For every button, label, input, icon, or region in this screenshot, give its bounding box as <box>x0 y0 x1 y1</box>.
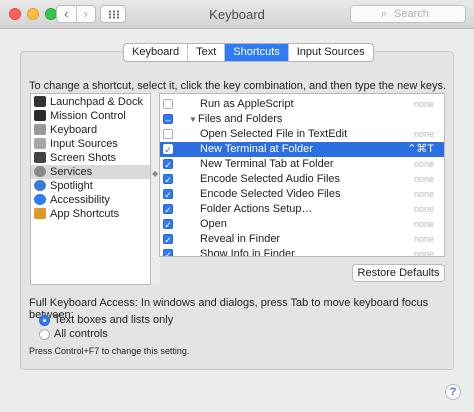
category-label: Screen Shots <box>50 152 117 164</box>
category-label: Accessibility <box>50 194 110 206</box>
search-input[interactable]: ⌕ Search <box>350 5 466 23</box>
category-app-shortcuts[interactable]: App Shortcuts <box>31 207 150 221</box>
category-label: Services <box>50 166 93 178</box>
category-list[interactable]: Launchpad & Dock Mission Control Keyboar… <box>30 93 151 285</box>
shortcut-label: Open <box>200 218 227 230</box>
enable-checkbox[interactable]: ✓ <box>163 249 173 256</box>
category-services[interactable]: Services <box>31 165 150 179</box>
category-accessibility[interactable]: Accessibility <box>31 193 150 207</box>
tab-text[interactable]: Text <box>188 44 226 61</box>
shortcut-label: Reveal in Finder <box>200 233 281 245</box>
category-label: Mission Control <box>50 110 126 122</box>
shortcut-label: Run as AppleScript <box>200 98 294 110</box>
shortcut-row[interactable]: Run as AppleScript none <box>160 97 444 112</box>
app-shortcuts-icon <box>34 208 46 219</box>
shortcut-row[interactable]: ✓ Show Info in Finder none <box>160 247 444 257</box>
tab-shortcuts[interactable]: Shortcuts <box>225 44 289 61</box>
tab-input-sources[interactable]: Input Sources <box>289 44 373 61</box>
enable-checkbox[interactable]: ✓ <box>163 219 173 230</box>
mission-control-icon <box>34 110 46 121</box>
disclosure-triangle-icon[interactable]: ▼ <box>189 112 197 127</box>
instructions-text: To change a shortcut, select it, click t… <box>29 80 447 92</box>
category-label: Input Sources <box>50 138 118 150</box>
category-keyboard[interactable]: Keyboard <box>31 123 150 137</box>
shortcut-key[interactable]: none <box>414 127 434 142</box>
shortcut-key[interactable]: none <box>414 247 434 256</box>
category-screen-shots[interactable]: Screen Shots <box>31 151 150 165</box>
radio-label: Text boxes and lists only <box>54 314 174 326</box>
shortcut-group-row[interactable]: – ▼ Files and Folders <box>160 112 444 127</box>
shortcut-key[interactable]: none <box>414 217 434 232</box>
shortcut-row-selected[interactable]: ✓ New Terminal at Folder ⌃⌘T <box>160 142 444 157</box>
category-input-sources[interactable]: Input Sources <box>31 137 150 151</box>
enable-checkbox[interactable]: ✓ <box>163 174 173 185</box>
category-label: Launchpad & Dock <box>50 96 143 108</box>
shortcut-key[interactable]: ⌃⌘T <box>407 142 434 157</box>
launchpad-icon <box>34 96 46 107</box>
category-label: Spotlight <box>50 180 93 192</box>
control-f7-hint: Press Control+F7 to change this setting. <box>29 346 190 356</box>
enable-checkbox[interactable]: ✓ <box>163 144 173 155</box>
enable-checkbox[interactable]: ✓ <box>163 234 173 245</box>
enable-group-checkbox[interactable]: – <box>163 114 173 125</box>
gear-icon <box>34 166 46 177</box>
shortcut-key[interactable]: none <box>414 187 434 202</box>
enable-checkbox[interactable] <box>163 129 173 139</box>
shortcut-label: New Terminal Tab at Folder <box>200 158 334 170</box>
shortcut-row[interactable]: ✓ Encode Selected Audio Files none <box>160 172 444 187</box>
shortcut-key[interactable]: none <box>414 157 434 172</box>
shortcut-key[interactable]: none <box>414 172 434 187</box>
shortcut-row[interactable]: ✓ New Terminal Tab at Folder none <box>160 157 444 172</box>
shortcut-key[interactable]: none <box>414 97 434 112</box>
drag-handle-icon: ◆ <box>152 169 159 178</box>
search-placeholder: Search <box>394 8 429 20</box>
radio-button[interactable] <box>39 329 50 340</box>
shortcut-label: Encode Selected Video Files <box>200 188 341 200</box>
radio-label: All controls <box>54 328 108 340</box>
shortcut-key[interactable]: none <box>414 202 434 217</box>
input-sources-icon <box>34 138 46 149</box>
enable-checkbox[interactable]: ✓ <box>163 159 173 170</box>
screenshot-icon <box>34 152 46 163</box>
search-icon: ⌕ <box>381 8 388 20</box>
enable-checkbox[interactable]: ✓ <box>163 204 173 215</box>
category-label: App Shortcuts <box>50 208 120 220</box>
radio-button-selected[interactable] <box>39 315 50 326</box>
enable-checkbox[interactable] <box>163 99 173 109</box>
shortcut-row[interactable]: Open Selected File in TextEdit none <box>160 127 444 142</box>
enable-checkbox[interactable]: ✓ <box>163 189 173 200</box>
tab-bar: Keyboard Text Shortcuts Input Sources <box>123 43 374 62</box>
category-launchpad-dock[interactable]: Launchpad & Dock <box>31 95 150 109</box>
category-spotlight[interactable]: Spotlight <box>31 179 150 193</box>
shortcut-label: Show Info in Finder <box>200 248 295 257</box>
category-label: Keyboard <box>50 124 98 136</box>
shortcut-group-label: Files and Folders <box>198 113 283 125</box>
shortcut-list[interactable]: Run as AppleScript none – ▼ Files and Fo… <box>159 93 445 257</box>
title-bar: ‹ › Keyboard ⌕ Search <box>0 0 474 29</box>
category-mission-control[interactable]: Mission Control <box>31 109 150 123</box>
shortcut-key[interactable]: none <box>414 232 434 247</box>
shortcut-row[interactable]: ✓ Encode Selected Video Files none <box>160 187 444 202</box>
shortcut-label: Encode Selected Audio Files <box>200 173 341 185</box>
keyboard-icon <box>34 124 46 135</box>
shortcut-row[interactable]: ✓ Open none <box>160 217 444 232</box>
tab-keyboard[interactable]: Keyboard <box>124 44 189 61</box>
help-button[interactable]: ? <box>445 384 461 400</box>
accessibility-icon <box>34 194 46 205</box>
shortcut-label: Open Selected File in TextEdit <box>200 128 348 140</box>
shortcut-label: Folder Actions Setup… <box>200 203 313 215</box>
shortcut-row[interactable]: ✓ Folder Actions Setup… none <box>160 202 444 217</box>
spotlight-icon <box>34 180 46 191</box>
shortcut-row[interactable]: ✓ Reveal in Finder none <box>160 232 444 247</box>
shortcut-label: New Terminal at Folder <box>200 143 313 155</box>
restore-defaults-button[interactable]: Restore Defaults <box>352 264 445 282</box>
